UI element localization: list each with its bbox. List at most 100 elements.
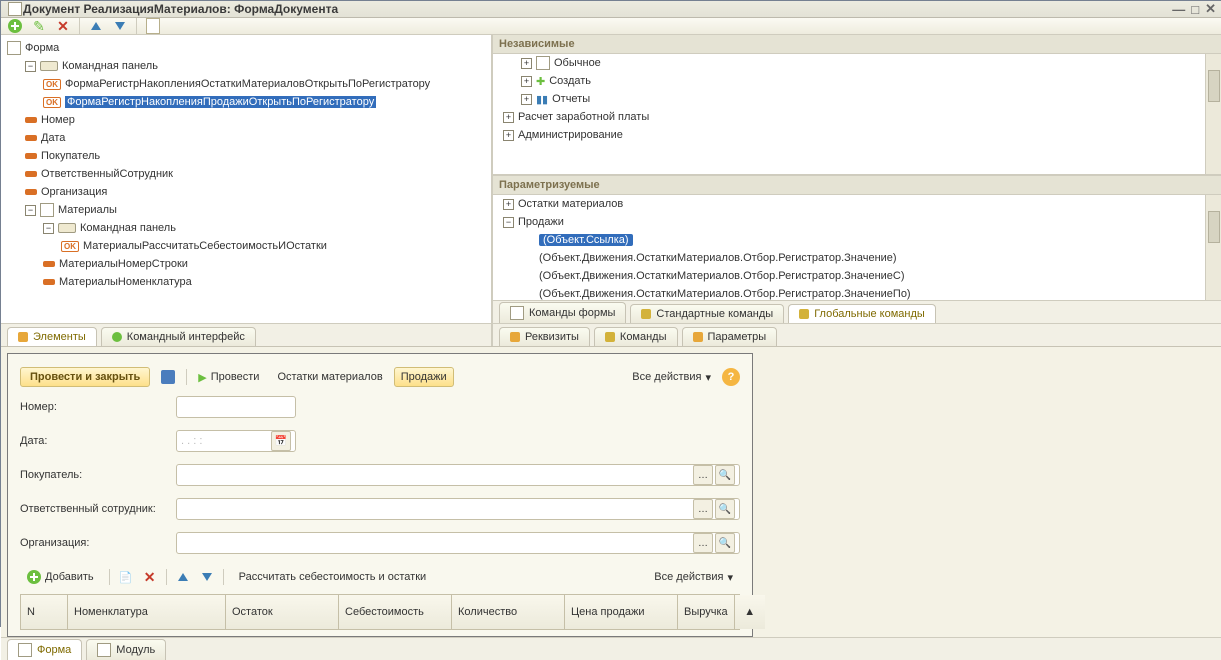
input-nomer[interactable]: [176, 396, 296, 418]
add-button[interactable]: [7, 18, 23, 34]
move-up-button[interactable]: [88, 18, 104, 34]
search-icon[interactable]: 🔍: [715, 499, 735, 519]
ostatki-button[interactable]: Остатки материалов: [270, 367, 389, 387]
dots-button[interactable]: …: [693, 499, 713, 519]
left-tabs: Элементы Командный интерфейс: [1, 323, 491, 346]
close-button[interactable]: ✕: [1205, 1, 1216, 17]
tab-commands[interactable]: Команды: [594, 327, 678, 346]
tree-cmd-item-selected[interactable]: OKФормаРегистрНакопленияПродажиОткрытьПо…: [7, 93, 491, 111]
form-icon: [18, 643, 32, 657]
tab-elements[interactable]: Элементы: [7, 327, 97, 346]
ok-icon: OK: [43, 97, 61, 108]
col-ostatok[interactable]: Остаток: [226, 595, 339, 629]
prodazhi-button[interactable]: Продажи: [394, 367, 454, 387]
help-button[interactable]: ?: [722, 368, 740, 386]
col-cena[interactable]: Цена продажи: [565, 595, 678, 629]
edit-button[interactable]: ✎: [31, 18, 47, 34]
run-close-button[interactable]: Провести и закрыть: [20, 367, 150, 387]
param-icon: [693, 332, 703, 342]
tree-materials[interactable]: −Материалы: [7, 201, 491, 219]
scrollbar[interactable]: [1205, 195, 1221, 300]
all-actions-dropdown[interactable]: Все действия ▾: [625, 367, 718, 388]
all-actions-grid-dropdown[interactable]: Все действия ▾: [647, 567, 740, 588]
input-otv[interactable]: …🔍: [176, 498, 740, 520]
elements-icon: [18, 332, 28, 342]
tab-requisites[interactable]: Реквизиты: [499, 327, 590, 346]
tree-cmd-item[interactable]: OKФормаРегистрНакопленияОстаткиМатериало…: [7, 75, 491, 93]
tree-field[interactable]: МатериалыНомерСтроки: [7, 255, 491, 273]
add-row-button[interactable]: Добавить: [20, 566, 101, 588]
col-sebestoimost[interactable]: Себестоимость: [339, 595, 452, 629]
designer-midzone: Форма −Командная панель OKФормаРегистрНа…: [1, 35, 1221, 347]
label-data: Дата:: [20, 435, 170, 447]
delete-row-button[interactable]: ✕: [142, 569, 158, 585]
chevron-down-icon: ▾: [705, 371, 711, 384]
tree-cmd-item[interactable]: OKМатериалыРассчитатьСебестоимостьИОстат…: [7, 237, 491, 255]
tree-field[interactable]: МатериалыНоменклатура: [7, 273, 491, 291]
ok-icon: OK: [43, 79, 61, 90]
provesti-button[interactable]: ▶Провести: [191, 367, 266, 388]
maximize-button[interactable]: □: [1191, 2, 1199, 17]
param-selected[interactable]: (Объект.Ссылка): [493, 231, 1221, 249]
tab-module[interactable]: Модуль: [86, 639, 166, 660]
calendar-icon[interactable]: 📅: [271, 431, 291, 451]
form-tree[interactable]: Форма −Командная панель OKФормаРегистрНа…: [1, 35, 491, 323]
move-down-button[interactable]: [112, 18, 128, 34]
dots-button[interactable]: …: [693, 465, 713, 485]
row-up-button[interactable]: [175, 569, 191, 585]
label-org: Организация:: [20, 537, 170, 549]
dots-button[interactable]: …: [693, 533, 713, 553]
delete-button[interactable]: ✕: [55, 18, 71, 34]
input-data[interactable]: . . : :📅: [176, 430, 296, 452]
label-otv: Ответственный сотрудник:: [20, 503, 170, 515]
tab-cmd-interface[interactable]: Командный интерфейс: [101, 327, 256, 346]
tree-field[interactable]: Дата: [7, 129, 491, 147]
tree-cmdpanel[interactable]: −Командная панель: [7, 57, 491, 75]
tree-field[interactable]: Покупатель: [7, 147, 491, 165]
tab-form[interactable]: Форма: [7, 639, 82, 660]
tab-form-commands[interactable]: Команды формы: [499, 302, 626, 323]
bottom-tabs: Форма Модуль: [1, 637, 1221, 660]
tree-root[interactable]: Форма: [7, 39, 491, 57]
tab-parameters[interactable]: Параметры: [682, 327, 778, 346]
right-tabs-commands: Команды формы Стандартные команды Глобал…: [493, 300, 1221, 323]
check-icon: ▶: [198, 371, 206, 384]
label-pokup: Покупатель:: [20, 469, 170, 481]
col-nomenklatura[interactable]: Номенклатура: [68, 595, 226, 629]
parametrized-list[interactable]: +Остатки материалов −Продажи (Объект.Ссы…: [493, 195, 1221, 300]
input-org[interactable]: …🔍: [176, 532, 740, 554]
right-tabs-props: Реквизиты Команды Параметры: [493, 323, 1221, 346]
req-icon: [510, 332, 520, 342]
search-icon[interactable]: 🔍: [715, 533, 735, 553]
save-button[interactable]: [154, 366, 182, 388]
form-cmds-icon: [510, 306, 524, 320]
window-title: Документ РеализацияМатериалов: ФормаДоку…: [23, 2, 338, 16]
tab-standard-commands[interactable]: Стандартные команды: [630, 304, 784, 323]
properties-button[interactable]: [145, 18, 161, 34]
ok-icon: OK: [61, 241, 79, 252]
tree-field[interactable]: Номер: [7, 111, 491, 129]
save-icon: [161, 370, 175, 384]
scrollbar[interactable]: [1205, 54, 1221, 174]
search-icon[interactable]: 🔍: [715, 465, 735, 485]
title-bar: Документ РеализацияМатериалов: ФормаДоку…: [1, 1, 1221, 18]
calc-button[interactable]: Рассчитать себестоимость и остатки: [232, 567, 434, 587]
copy-button[interactable]: 📄: [118, 569, 134, 585]
tab-global-commands[interactable]: Глобальные команды: [788, 304, 936, 323]
grid-scroll-up[interactable]: ▲: [735, 595, 765, 629]
tree-field[interactable]: ОтветственныйСотрудник: [7, 165, 491, 183]
tree-cmdpanel2[interactable]: −Командная панель: [7, 219, 491, 237]
tree-field[interactable]: Организация: [7, 183, 491, 201]
section-independent: Независимые: [493, 35, 1221, 54]
label-nomer: Номер:: [20, 401, 170, 413]
input-pokup[interactable]: …🔍: [176, 464, 740, 486]
col-n[interactable]: N: [21, 595, 68, 629]
form-icon: [7, 1, 23, 17]
form-preview: Провести и закрыть ▶Провести Остатки мат…: [7, 353, 753, 637]
minimize-button[interactable]: —: [1172, 2, 1185, 17]
independent-list[interactable]: +Обычное +✚Создать +▮▮Отчеты +Расчет зар…: [493, 54, 1221, 176]
separator: [79, 18, 80, 34]
row-down-button[interactable]: [199, 569, 215, 585]
col-vyruchka[interactable]: Выручка: [678, 595, 735, 629]
col-kolichestvo[interactable]: Количество: [452, 595, 565, 629]
